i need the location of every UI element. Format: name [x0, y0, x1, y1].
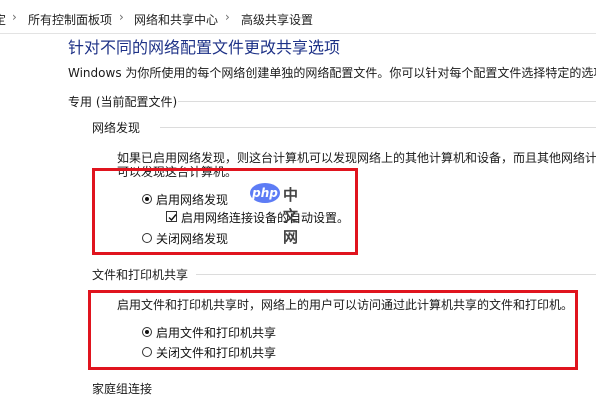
watermark-site-text: 中文网	[283, 186, 299, 246]
network-discovery-divider	[160, 127, 596, 128]
breadcrumb: 定 › 所有控制面板项 › 网络和共享中心 › 高级共享设置	[0, 0, 596, 34]
breadcrumb-item-network-center[interactable]: 网络和共享中心	[134, 11, 218, 28]
breadcrumb-item-control-panel[interactable]: 所有控制面板项	[28, 11, 112, 28]
page-title: 针对不同的网络配置文件更改共享选项	[68, 38, 341, 57]
highlight-box-network-discovery	[92, 168, 358, 255]
file-printer-sharing-divider	[196, 274, 596, 275]
page-description: Windows 为你所使用的每个网络创建单独的网络配置文件。你可以针对每个配置文…	[68, 66, 596, 80]
network-discovery-label: 网络发现	[92, 121, 141, 135]
file-printer-sharing-label: 文件和打印机共享	[92, 268, 189, 282]
chevron-right-icon: ›	[225, 10, 230, 24]
homegroup-label: 家庭组连接	[92, 382, 153, 396]
breadcrumb-item-advanced-sharing[interactable]: 高级共享设置	[241, 11, 313, 28]
chevron-right-icon: ›	[119, 10, 124, 24]
highlight-box-file-sharing	[88, 290, 578, 370]
breadcrumb-item-root[interactable]: 定	[0, 11, 6, 28]
profile-label: 专用 (当前配置文件)	[68, 95, 178, 109]
profile-divider	[178, 101, 596, 102]
php-logo-icon: php	[250, 183, 280, 203]
chevron-right-icon: ›	[12, 10, 17, 24]
